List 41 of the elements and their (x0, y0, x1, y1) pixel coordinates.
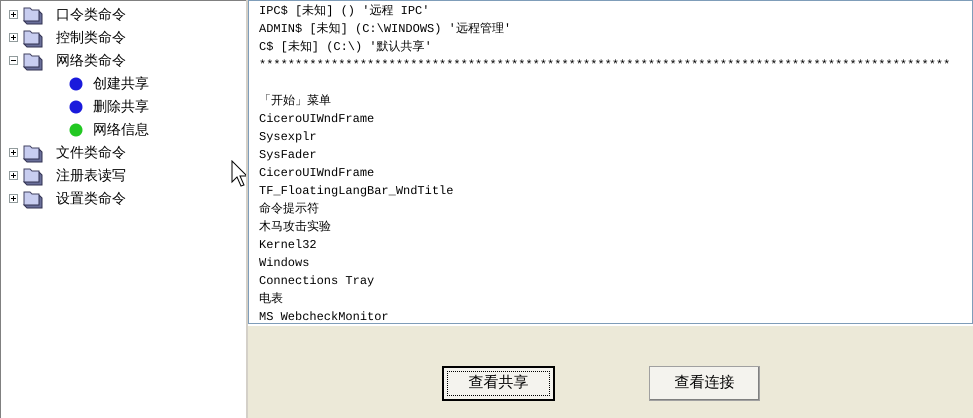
tree-item[interactable]: 控制类命令 (56, 27, 126, 48)
expand-icon[interactable] (9, 194, 18, 203)
output-line: Connections Tray (259, 273, 374, 290)
output-line: MS WebcheckMonitor (259, 309, 389, 323)
folder-icon (22, 188, 44, 208)
expand-icon[interactable] (9, 33, 18, 42)
tree-item[interactable]: 创建共享 (93, 73, 149, 94)
action-button[interactable]: 查看连接 (649, 366, 760, 401)
output-line: TF_FloatingLangBar_WndTitle (259, 183, 454, 200)
folder-icon (22, 166, 44, 186)
folder-icon (22, 142, 44, 162)
folder-icon (22, 4, 44, 24)
output-line: C$ [未知] (C:\) '默认共享' (259, 39, 432, 56)
output-line: 木马攻击实验 (259, 219, 331, 236)
tree-item[interactable]: 注册表读写 (56, 165, 126, 186)
separator-line: ************************************************************************************************ (259, 57, 950, 74)
action-button[interactable]: 查看共享 (442, 366, 555, 401)
output-line: Windows (259, 255, 310, 272)
folder-icon (22, 50, 44, 70)
output-line: 「开始」菜单 (259, 93, 331, 110)
output-line: IPC$ [未知] () '远程 IPC' (259, 3, 430, 20)
expand-icon[interactable] (9, 148, 18, 157)
expand-icon[interactable] (9, 10, 18, 19)
tree-item[interactable]: 网络信息 (93, 119, 149, 140)
tree-item[interactable]: 设置类命令 (56, 188, 126, 209)
output-line: Kernel32 (259, 237, 317, 254)
output-line: 电表 (259, 291, 283, 308)
folder-icon (22, 28, 44, 48)
tree-item[interactable]: 文件类命令 (56, 142, 126, 163)
output-line: 命令提示符 (259, 201, 319, 218)
output-line: ADMIN$ [未知] (C:\WINDOWS) '远程管理' (259, 21, 512, 38)
output-line: Sysexplr (259, 129, 317, 146)
tree-item[interactable]: 删除共享 (93, 96, 149, 117)
collapse-icon[interactable] (9, 56, 18, 65)
output-text-area[interactable] (248, 0, 973, 324)
output-line: CiceroUIWndFrame (259, 165, 374, 182)
output-line: CiceroUIWndFrame (259, 111, 374, 128)
expand-icon[interactable] (9, 171, 18, 180)
output-line: SysFader (259, 147, 317, 164)
tree-item[interactable]: 网络类命令 (56, 50, 126, 71)
tree-item[interactable]: 口令类命令 (56, 4, 126, 25)
